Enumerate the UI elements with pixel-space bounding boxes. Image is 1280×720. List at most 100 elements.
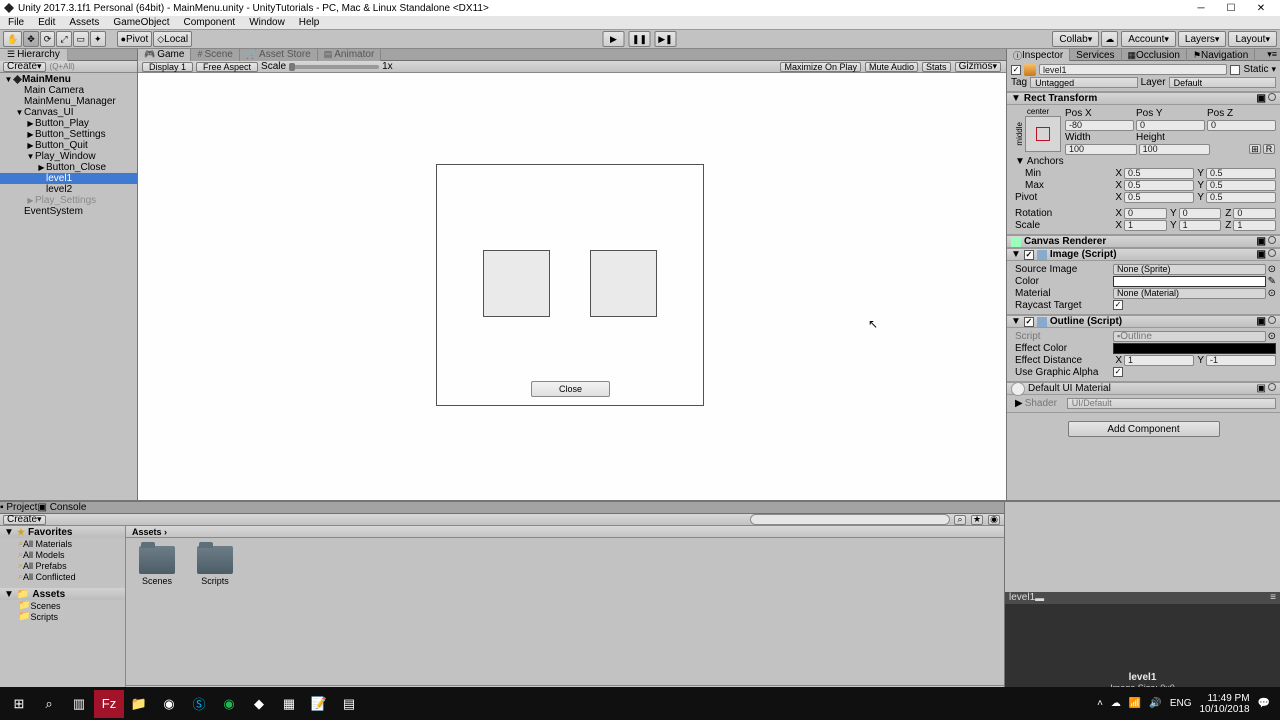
local-toggle[interactable]: ◇ Local xyxy=(153,31,192,47)
layers-dropdown[interactable]: Layers ▾ xyxy=(1178,31,1227,47)
minimize-button[interactable]: ─ xyxy=(1186,1,1216,15)
material-field[interactable]: None (Material) xyxy=(1113,288,1266,299)
cloud-button[interactable]: ☁ xyxy=(1101,31,1118,47)
canvas-renderer-header[interactable]: Canvas Renderer▣ xyxy=(1007,235,1280,248)
rect-transform-header[interactable]: ▼Rect Transform ▣ xyxy=(1007,92,1280,105)
help-icon[interactable]: ▣ xyxy=(1257,249,1266,260)
tray-volume-icon[interactable]: 🔊 xyxy=(1149,698,1161,709)
scale-z[interactable]: 1 xyxy=(1233,220,1276,231)
settings-icon[interactable] xyxy=(1268,383,1276,391)
tab-animator[interactable]: ▤ Animator xyxy=(318,49,382,61)
file-explorer-icon[interactable]: 📁 xyxy=(124,690,154,718)
occlusion-tab[interactable]: ▦ Occlusion xyxy=(1122,49,1187,61)
anchor-max-y[interactable]: 0.5 xyxy=(1206,180,1276,191)
filter-icon[interactable]: ⌕ xyxy=(954,515,966,525)
inspector-tab[interactable]: ⓘ Inspector xyxy=(1007,49,1070,61)
pivot-x[interactable]: 0.5 xyxy=(1124,192,1194,203)
posx-field[interactable]: -80 xyxy=(1065,120,1134,131)
posz-field[interactable]: 0 xyxy=(1207,120,1276,131)
settings-icon[interactable] xyxy=(1268,236,1276,244)
start-button[interactable]: ⊞ xyxy=(4,690,34,718)
hierarchy-tab[interactable]: ☰ Hierarchy xyxy=(0,49,68,61)
raycast-target-checkbox[interactable]: ✓ xyxy=(1113,300,1123,310)
use-graphic-alpha-checkbox[interactable]: ✓ xyxy=(1113,367,1123,377)
scale-y[interactable]: 1 xyxy=(1179,220,1222,231)
hierarchy-item[interactable]: ▼Play_Window xyxy=(0,151,137,162)
effect-distance-y[interactable]: -1 xyxy=(1206,355,1276,366)
effect-color-field[interactable] xyxy=(1113,343,1276,354)
gameobject-icon[interactable] xyxy=(1024,64,1036,76)
chrome-icon[interactable]: ◉ xyxy=(154,690,184,718)
level2-thumbnail[interactable] xyxy=(590,250,657,317)
static-checkbox[interactable] xyxy=(1230,65,1240,75)
scale-slider[interactable] xyxy=(289,65,379,69)
object-picker-icon[interactable]: ⊙ xyxy=(1268,264,1276,275)
image-component-header[interactable]: ▼✓Image (Script)▣ xyxy=(1007,248,1280,261)
object-picker-icon[interactable]: ⊙ xyxy=(1268,288,1276,299)
help-icon[interactable]: ▣ xyxy=(1257,316,1266,327)
layout-dropdown[interactable]: Layout ▾ xyxy=(1228,31,1277,47)
blueprint-mode-button[interactable]: ⊞ xyxy=(1249,144,1261,154)
favorite-item[interactable]: ⌕ All Materials xyxy=(0,538,125,549)
rot-y[interactable]: 0 xyxy=(1179,208,1222,219)
step-button[interactable]: ▶❚ xyxy=(655,31,677,47)
hierarchy-create[interactable]: Create ▾ xyxy=(3,62,46,72)
height-field[interactable]: 100 xyxy=(1139,144,1211,155)
tab-asset-store[interactable]: 🛒 Asset Store xyxy=(240,49,318,61)
project-search[interactable] xyxy=(750,514,950,525)
maximize-on-play[interactable]: Maximize On Play xyxy=(780,62,861,72)
hierarchy-item[interactable]: ▶Button_Quit xyxy=(0,140,137,151)
hierarchy-scene-root[interactable]: ▼MainMenu xyxy=(0,74,137,85)
account-dropdown[interactable]: Account ▾ xyxy=(1121,31,1176,47)
tag-dropdown[interactable]: Untagged xyxy=(1030,77,1137,88)
skype-icon[interactable]: Ⓢ xyxy=(184,690,214,718)
filezilla-icon[interactable]: Fz xyxy=(94,690,124,718)
hierarchy-item[interactable]: ▶Button_Close xyxy=(0,162,137,173)
hierarchy-item[interactable]: Main Camera xyxy=(0,85,137,96)
system-clock[interactable]: 11:49 PM10/10/2018 xyxy=(1199,693,1249,715)
hierarchy-item[interactable]: ▶Button_Settings xyxy=(0,129,137,140)
rect-tool[interactable]: ▭ xyxy=(73,31,90,47)
pivot-y[interactable]: 0.5 xyxy=(1206,192,1276,203)
anchor-min-y[interactable]: 0.5 xyxy=(1206,168,1276,179)
transform-tool[interactable]: ✦ xyxy=(90,31,106,47)
help-icon[interactable]: ▣ xyxy=(1257,383,1266,394)
maximize-button[interactable]: ☐ xyxy=(1216,1,1246,15)
tray-chevron-icon[interactable]: ˄ xyxy=(1097,698,1103,709)
favorite-item[interactable]: ⌕ All Prefabs xyxy=(0,560,125,571)
layer-dropdown[interactable]: Default xyxy=(1169,77,1276,88)
hierarchy-item[interactable]: ▶Button_Play xyxy=(0,118,137,129)
pivot-toggle[interactable]: ● Pivot xyxy=(117,31,153,47)
settings-icon[interactable] xyxy=(1268,93,1276,101)
tray-lang[interactable]: ENG xyxy=(1170,698,1192,709)
aspect-dropdown[interactable]: Free Aspect xyxy=(196,62,258,72)
tab-game[interactable]: 🎮 Game xyxy=(138,49,191,61)
spotify-icon[interactable]: ◉ xyxy=(214,690,244,718)
raw-edit-button[interactable]: R xyxy=(1263,144,1275,154)
favorites-heading[interactable]: ▼★Favorites xyxy=(0,526,125,538)
mute-audio[interactable]: Mute Audio xyxy=(865,62,918,72)
navigation-tab[interactable]: ⚑ Navigation xyxy=(1187,49,1255,61)
favorites-icon[interactable]: ★ xyxy=(971,515,983,525)
posy-field[interactable]: 0 xyxy=(1136,120,1205,131)
app-icon[interactable]: ▦ xyxy=(274,690,304,718)
width-field[interactable]: 100 xyxy=(1065,144,1137,155)
hand-tool[interactable]: ✋ xyxy=(3,31,22,47)
unity-icon[interactable]: ◆ xyxy=(244,690,274,718)
favorite-item[interactable]: ⌕ All Conflicted xyxy=(0,571,125,582)
tab-scene[interactable]: # Scene xyxy=(191,49,239,61)
assets-heading[interactable]: ▼📁Assets xyxy=(0,588,125,600)
tray-onedrive-icon[interactable]: ☁ xyxy=(1111,698,1121,709)
app-icon-2[interactable]: ▤ xyxy=(334,690,364,718)
project-breadcrumb[interactable]: Assets › xyxy=(126,526,1004,538)
search-icon[interactable]: ⌕ xyxy=(34,690,64,718)
project-tab[interactable]: ▪ Project xyxy=(0,502,37,513)
menu-window[interactable]: Window xyxy=(243,17,291,28)
scale-x[interactable]: 1 xyxy=(1124,220,1167,231)
play-button[interactable]: ▶ xyxy=(603,31,625,47)
task-view-icon[interactable]: ▥ xyxy=(64,690,94,718)
menu-help[interactable]: Help xyxy=(293,17,326,28)
menu-edit[interactable]: Edit xyxy=(32,17,61,28)
color-picker-icon[interactable]: ✎ xyxy=(1268,276,1276,287)
gameobject-active-checkbox[interactable]: ✓ xyxy=(1011,65,1021,75)
